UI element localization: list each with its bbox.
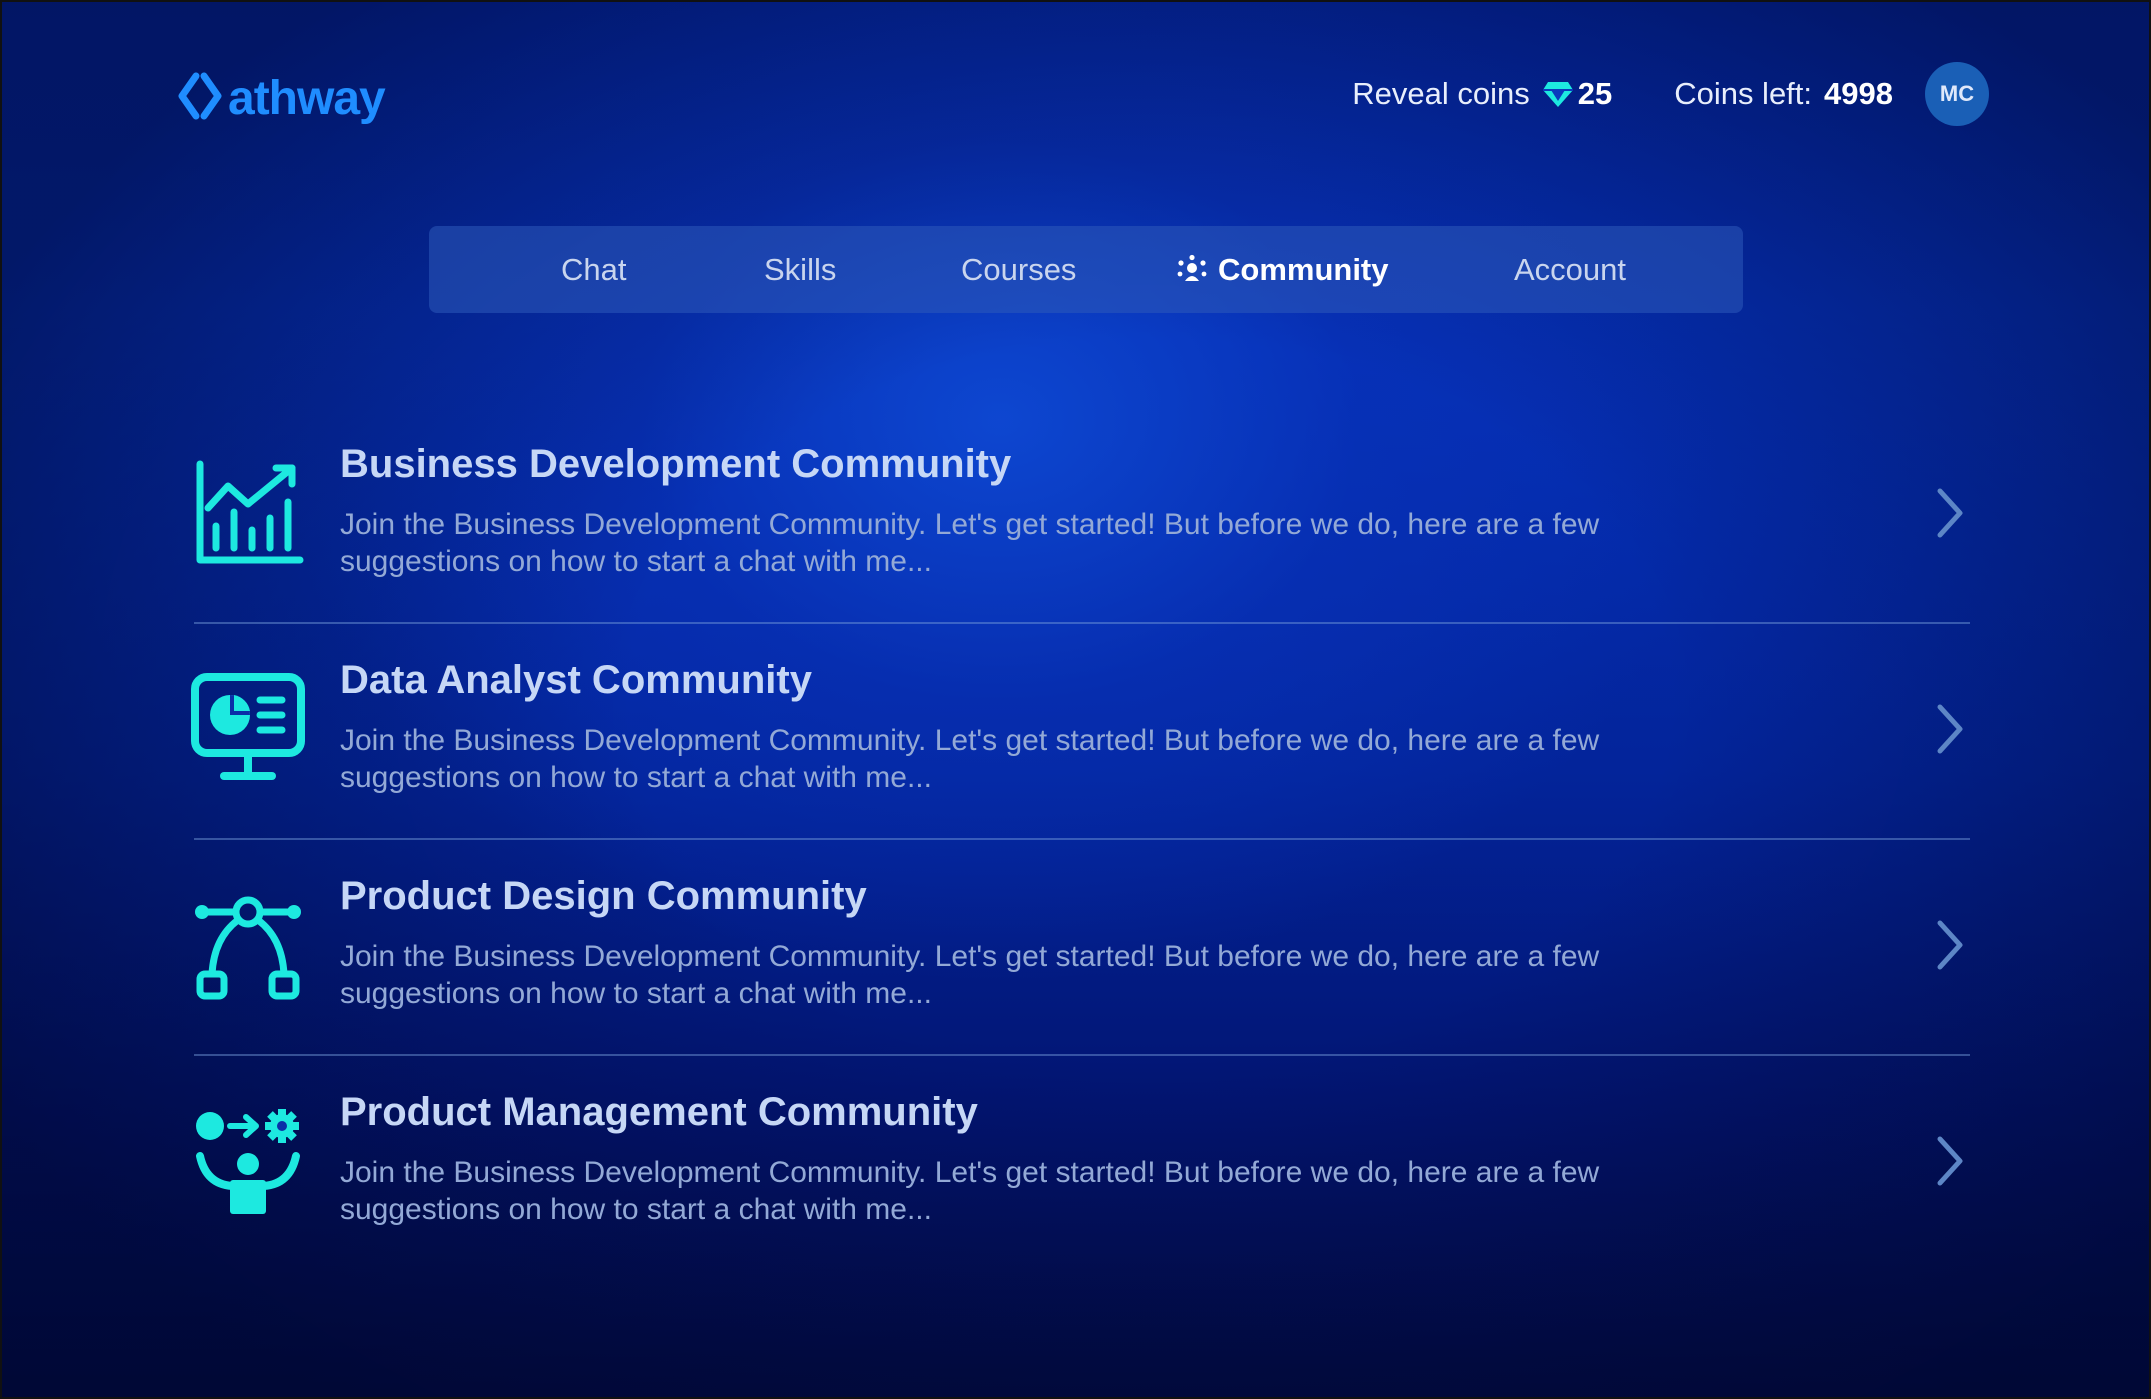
tab-community-label: Community — [1218, 251, 1389, 287]
community-list: Business Development Community Join the … — [191, 408, 1970, 1272]
tab-chat[interactable]: Chat — [561, 226, 626, 313]
community-item-product-management[interactable]: Product Management Community Join the Bu… — [194, 1056, 1970, 1272]
growth-chart-icon — [196, 460, 304, 564]
community-description: Join the Business Development Community.… — [340, 1156, 1600, 1226]
community-title: Business Development Community — [340, 442, 1012, 486]
coins-left-label: Coins left: — [1674, 76, 1813, 111]
chevron-right-icon[interactable] — [1930, 1131, 1970, 1191]
process-management-icon — [196, 1109, 300, 1214]
chevron-right-icon[interactable] — [1930, 483, 1970, 543]
coins-left-value: 4998 — [1824, 76, 1893, 111]
user-avatar[interactable]: MC — [1925, 62, 1989, 126]
community-title: Product Design Community — [340, 874, 867, 918]
community-item-business-development[interactable]: Business Development Community Join the … — [194, 408, 1970, 624]
main-nav: Chat Skills Courses Community Account — [429, 226, 1743, 313]
tab-community[interactable]: Community — [1176, 226, 1389, 313]
gem-icon — [1542, 82, 1573, 107]
community-item-product-design[interactable]: Product Design Community Join the Busine… — [194, 840, 1970, 1056]
tab-courses[interactable]: Courses — [961, 226, 1076, 313]
community-icon — [1177, 254, 1207, 281]
logo-text: athway — [228, 72, 386, 125]
community-description: Join the Business Development Community.… — [340, 508, 1600, 578]
coins-left: Coins left: 4998 — [1674, 76, 1893, 112]
community-title: Data Analyst Community — [340, 658, 812, 702]
app-logo[interactable]: athway — [176, 64, 386, 128]
analytics-monitor-icon — [191, 673, 305, 780]
community-description: Join the Business Development Community.… — [340, 940, 1600, 1010]
reveal-coins-value: 25 — [1577, 76, 1613, 111]
community-item-data-analyst[interactable]: Data Analyst Community Join the Business… — [191, 624, 1970, 840]
vector-pen-icon — [195, 896, 301, 1000]
community-description: Join the Business Development Community.… — [340, 724, 1600, 794]
reveal-coins-label: Reveal coins — [1352, 76, 1530, 111]
chevron-right-icon[interactable] — [1930, 915, 1970, 975]
header-stats: Reveal coins 25 Coins left: 4998 MC — [1352, 62, 1989, 126]
tab-skills[interactable]: Skills — [764, 226, 836, 313]
logo-brackets-icon — [178, 72, 222, 120]
reveal-coins: Reveal coins 25 — [1352, 76, 1612, 112]
tab-account[interactable]: Account — [1514, 226, 1626, 313]
chevron-right-icon[interactable] — [1930, 699, 1970, 759]
community-title: Product Management Community — [340, 1090, 978, 1134]
